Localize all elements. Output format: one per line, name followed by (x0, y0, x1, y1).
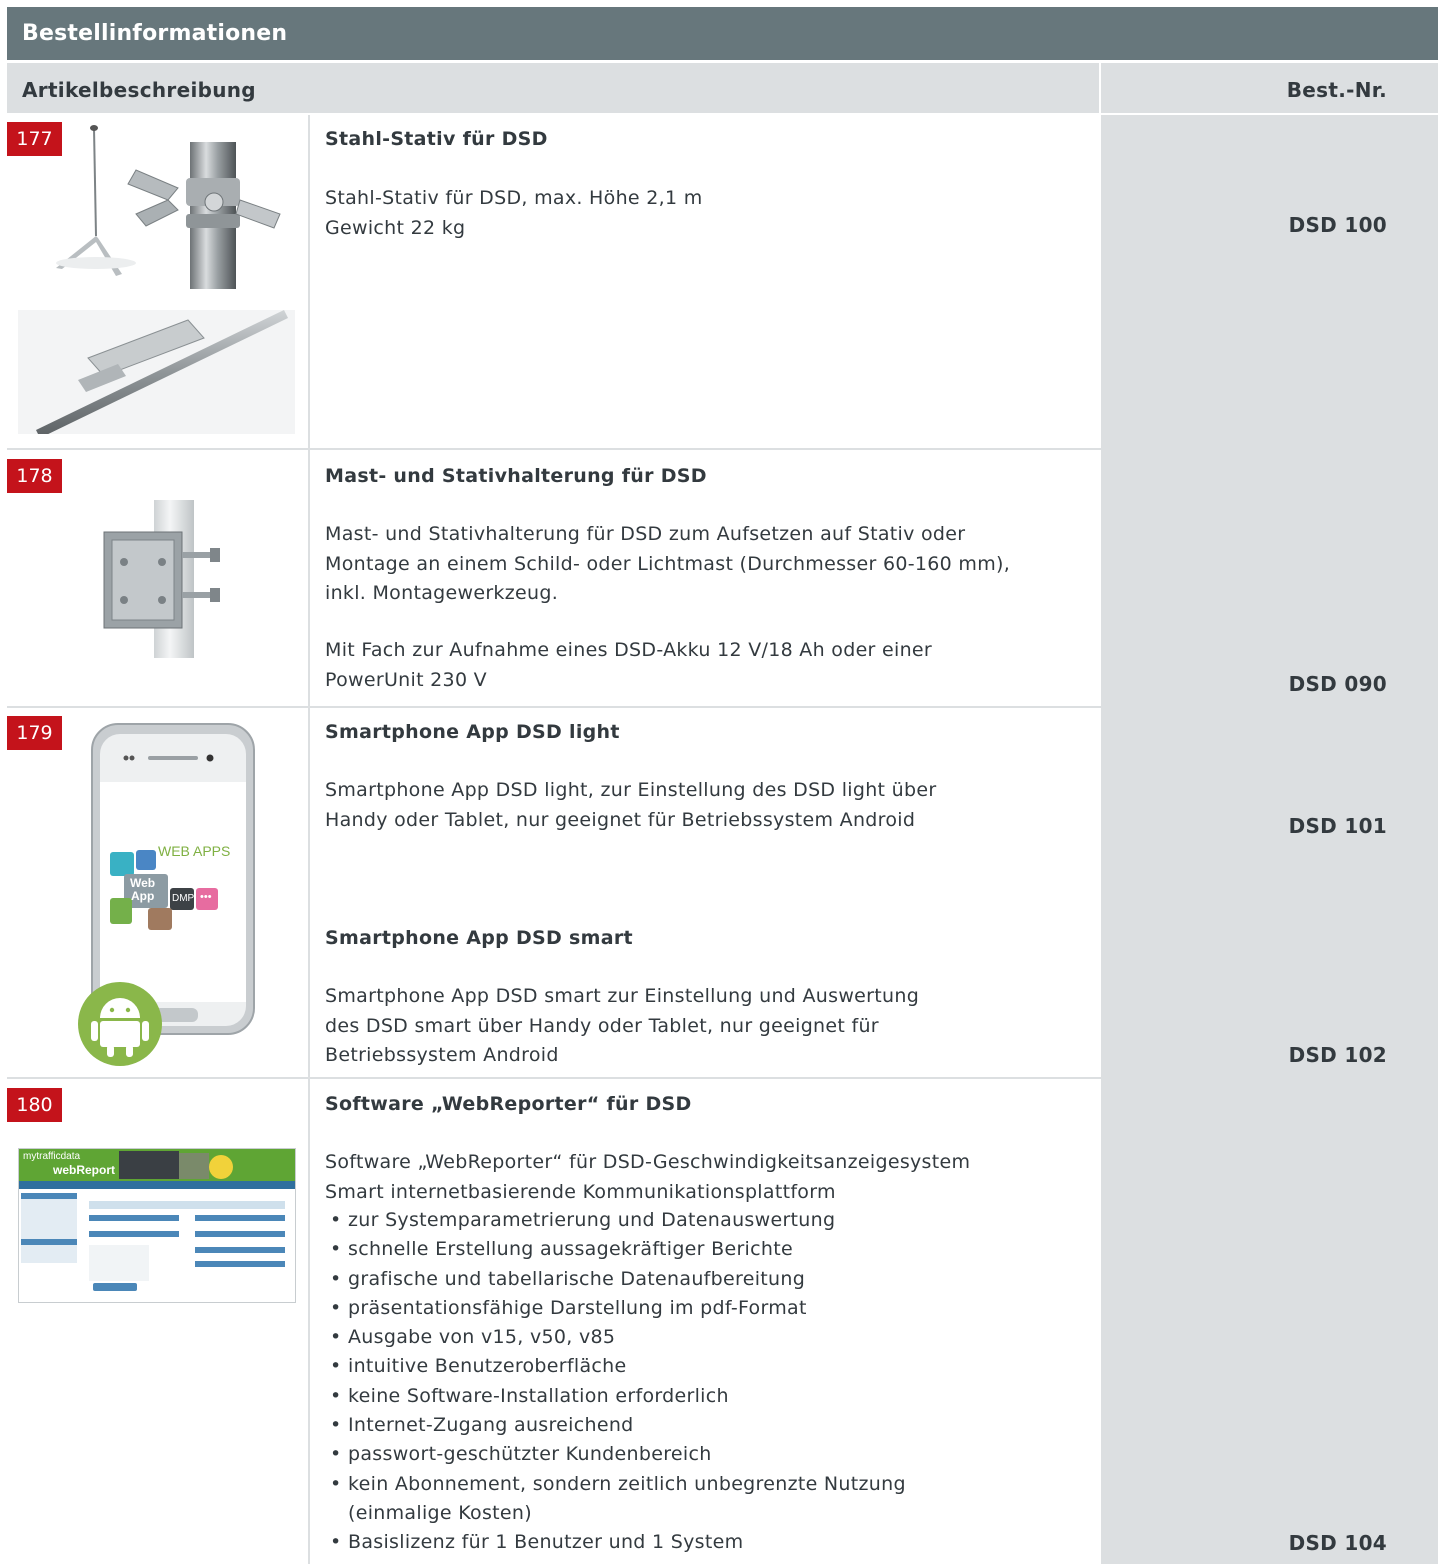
product-title: Stahl-Stativ für DSD (325, 128, 548, 150)
list-item: präsentationsfähige Darstellung im pdf-F… (330, 1294, 906, 1324)
product-title: Smartphone App DSD smart (325, 927, 633, 949)
column-divider (308, 1079, 310, 1564)
product-description: Smartphone App DSD smart zur Einstellung… (325, 985, 920, 1066)
list-item: intuitive Benutzeroberfläche (330, 1352, 906, 1382)
product-description: Smartphone App DSD light, zur Einstellun… (325, 779, 937, 831)
article-number: DSD 101 (1288, 814, 1387, 838)
item-number-badge: 178 (7, 459, 62, 493)
list-item: Ausgabe von v15, v50, v85 (330, 1323, 906, 1353)
product-description-2: Mit Fach zur Aufnahme eines DSD-Akku 12 … (325, 639, 933, 691)
list-item: keine Software-Installation erforderlich (330, 1382, 906, 1412)
smartphone-product-image: WEB APPS Web App DMP ••• (78, 722, 268, 1074)
column-divider (308, 708, 310, 1077)
column-header-order-number-label: Best.-Nr. (1286, 78, 1387, 102)
column-header-description: Artikelbeschreibung (7, 63, 1099, 113)
title-bar: Bestellinformationen (7, 7, 1438, 60)
product-title: Software „WebReporter“ für DSD (325, 1093, 692, 1115)
list-item: kein Abonnement, sondern zeitlich unbegr… (330, 1470, 906, 1500)
order-number-column (1101, 115, 1438, 1564)
product-description: Software „WebReporter“ für DSD-Geschwind… (325, 1151, 971, 1203)
list-item: Basislizenz für 1 Benutzer und 1 System (330, 1528, 906, 1558)
article-number: DSD 102 (1288, 1043, 1387, 1067)
row-divider (7, 448, 1438, 450)
product-title: Mast- und Stativhalterung für DSD (325, 465, 707, 487)
column-divider (308, 450, 310, 706)
column-divider (308, 115, 310, 448)
list-item-continuation: (einmalige Kosten) (348, 1501, 532, 1524)
article-number: DSD 100 (1288, 213, 1387, 237)
row-divider (7, 1077, 1438, 1079)
item-number-badge: 180 (7, 1088, 62, 1122)
column-header-description-label: Artikelbeschreibung (22, 78, 256, 102)
list-item: schnelle Erstellung aussagekräftiger Ber… (330, 1235, 906, 1265)
list-item: grafische und tabellarische Datenaufbere… (330, 1265, 906, 1295)
feature-list: zur Systemparametrierung und Datenauswer… (330, 1206, 906, 1558)
product-description: Stahl-Stativ für DSD, max. Höhe 2,1 m Ge… (325, 187, 703, 239)
mount-product-image (103, 500, 220, 658)
item-number-badge: 179 (7, 716, 62, 750)
webreporter-screenshot-image: mytrafficdata webReport (18, 1148, 296, 1303)
product-title: Smartphone App DSD light (325, 721, 620, 743)
list-item: zur Systemparametrierung und Datenauswer… (330, 1206, 906, 1236)
row-divider (7, 706, 1438, 708)
list-item: Internet-Zugang ausreichend (330, 1411, 906, 1441)
tripod-product-image (18, 125, 295, 434)
list-item: passwort-geschützter Kundenbereich (330, 1440, 906, 1470)
article-number: DSD 104 (1288, 1531, 1387, 1555)
article-number: DSD 090 (1288, 672, 1387, 696)
page-title: Bestellinformationen (22, 21, 288, 46)
product-description: Mast- und Stativhalterung für DSD zum Au… (325, 523, 1011, 604)
column-header-order-number: Best.-Nr. (1101, 63, 1438, 113)
